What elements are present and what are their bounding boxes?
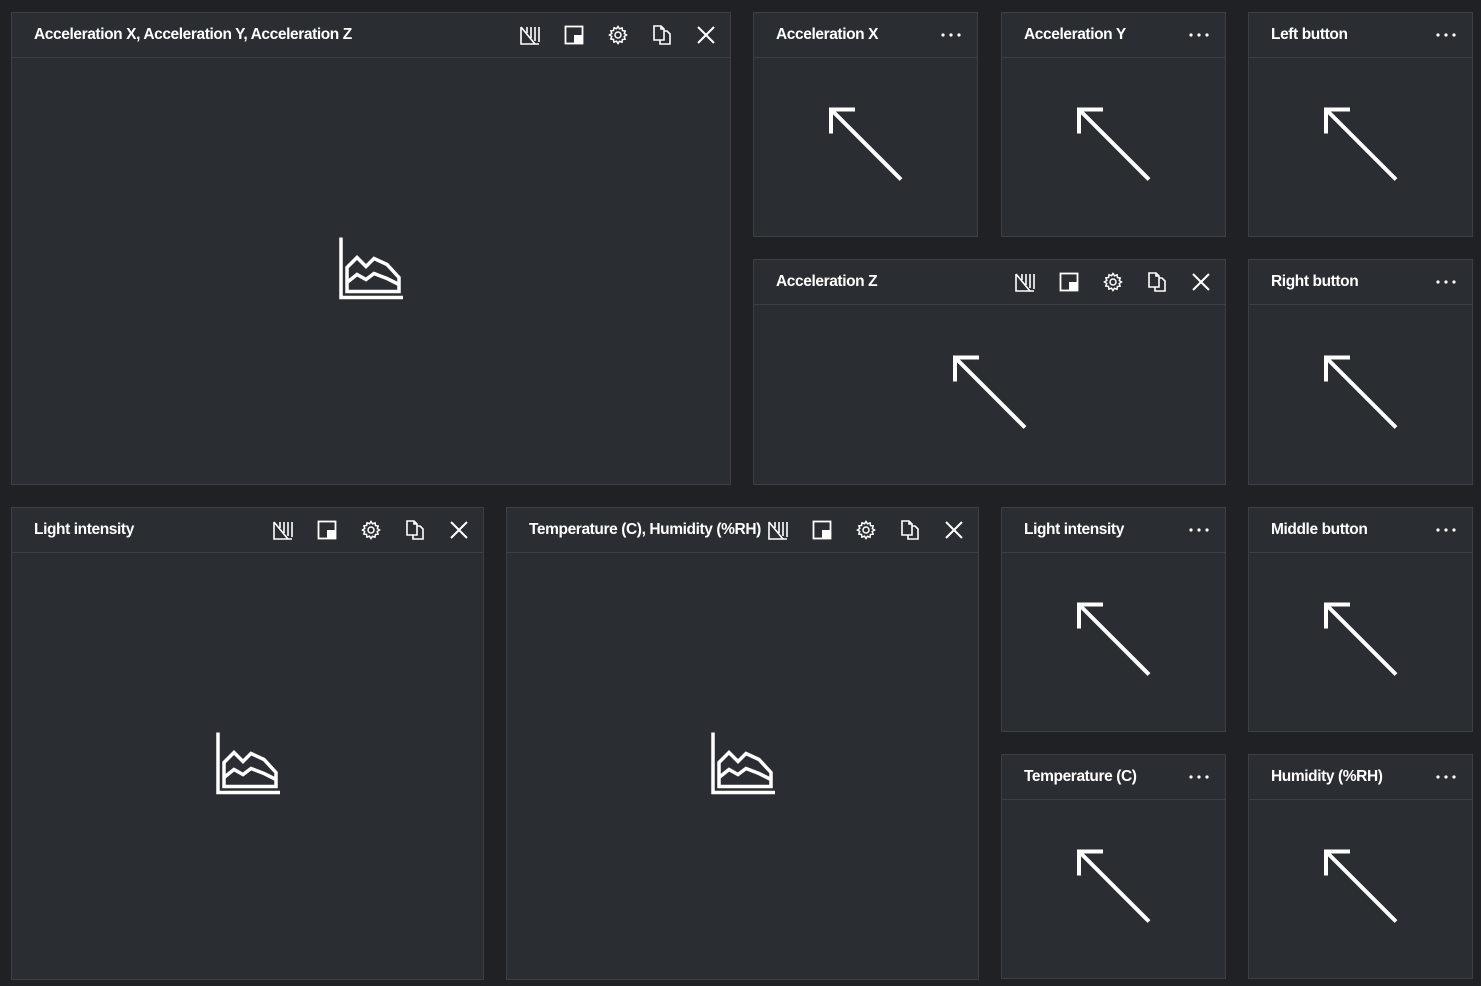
tile-body — [12, 553, 483, 979]
arrow-up-left-icon — [1076, 849, 1152, 930]
settings-gear-icon[interactable] — [1101, 270, 1125, 294]
tile-header: Acceleration Y — [1002, 13, 1225, 58]
tile-acceleration-x: Acceleration X — [753, 12, 978, 237]
tile-middle-button: Middle button — [1248, 507, 1473, 732]
tile-acceleration-z: Acceleration Z — [753, 259, 1226, 485]
tile-body — [1249, 553, 1472, 731]
tile-temperature: Temperature (C) — [1001, 754, 1226, 979]
tile-body — [1249, 305, 1472, 484]
pop-out-icon[interactable] — [562, 23, 586, 47]
arrow-up-left-icon — [1323, 849, 1399, 930]
tile-header: Light intensity — [12, 508, 483, 553]
tile-body — [1249, 58, 1472, 236]
tile-toolbar — [1013, 270, 1213, 294]
tile-title: Left button — [1271, 26, 1348, 43]
arrow-up-left-icon — [1323, 107, 1399, 188]
more-options-icon[interactable] — [1187, 767, 1211, 787]
pop-out-icon[interactable] — [315, 518, 339, 542]
copy-icon[interactable] — [898, 518, 922, 542]
arrow-up-left-icon — [1323, 602, 1399, 683]
tile-title: Acceleration X — [776, 26, 879, 43]
more-options-icon[interactable] — [1434, 520, 1458, 540]
arrow-up-left-icon — [1323, 354, 1399, 435]
tile-humidity: Humidity (%RH) — [1248, 754, 1473, 979]
tile-body — [754, 305, 1225, 484]
tile-title: Temperature (C), Humidity (%RH) — [529, 521, 761, 538]
tile-acceleration-y: Acceleration Y — [1001, 12, 1226, 237]
more-options-icon[interactable] — [939, 25, 963, 45]
arrow-up-left-icon — [952, 354, 1028, 435]
dashboard: Acceleration X, Acceleration Y, Accelera… — [0, 0, 1481, 986]
tile-title: Light intensity — [34, 521, 134, 538]
tile-title: Acceleration Y — [1024, 26, 1126, 43]
tile-toolbar — [271, 518, 471, 542]
tile-light-intensity-chart: Light intensity — [11, 507, 484, 980]
tile-title: Acceleration X, Acceleration Y, Accelera… — [34, 26, 352, 43]
diagnostics-icon[interactable] — [1013, 270, 1037, 294]
settings-gear-icon[interactable] — [359, 518, 383, 542]
tile-header: Middle button — [1249, 508, 1472, 553]
settings-gear-icon[interactable] — [854, 518, 878, 542]
tile-header: Temperature (C), Humidity (%RH) — [507, 508, 978, 553]
more-options-icon[interactable] — [1434, 272, 1458, 292]
tile-body — [507, 553, 978, 979]
tile-header: Right button — [1249, 260, 1472, 305]
tile-title: Temperature (C) — [1024, 768, 1137, 785]
settings-gear-icon[interactable] — [606, 23, 630, 47]
area-chart-icon — [338, 237, 404, 306]
copy-icon[interactable] — [403, 518, 427, 542]
tile-body — [1002, 553, 1225, 731]
more-options-icon[interactable] — [1434, 767, 1458, 787]
tile-left-button: Left button — [1248, 12, 1473, 237]
copy-icon[interactable] — [1145, 270, 1169, 294]
tile-toolbar — [518, 23, 718, 47]
tile-right-button: Right button — [1248, 259, 1473, 485]
tile-title: Middle button — [1271, 521, 1368, 538]
tile-body — [1249, 800, 1472, 978]
tile-header: Acceleration X — [754, 13, 977, 58]
tile-temperature-humidity-chart: Temperature (C), Humidity (%RH) — [506, 507, 979, 980]
arrow-up-left-icon — [1076, 107, 1152, 188]
tile-body — [1002, 58, 1225, 236]
tile-title: Right button — [1271, 273, 1359, 290]
more-options-icon[interactable] — [1434, 25, 1458, 45]
diagnostics-icon[interactable] — [518, 23, 542, 47]
more-options-icon[interactable] — [1187, 25, 1211, 45]
tile-body — [12, 58, 730, 484]
tile-toolbar — [766, 518, 966, 542]
tile-body — [754, 58, 977, 236]
tile-header: Acceleration Z — [754, 260, 1225, 305]
close-icon[interactable] — [1189, 270, 1213, 294]
arrow-up-left-icon — [1076, 602, 1152, 683]
tile-header: Humidity (%RH) — [1249, 755, 1472, 800]
area-chart-icon — [710, 732, 776, 801]
tile-title: Humidity (%RH) — [1271, 768, 1383, 785]
close-icon[interactable] — [694, 23, 718, 47]
tile-header: Temperature (C) — [1002, 755, 1225, 800]
tile-title: Light intensity — [1024, 521, 1124, 538]
tile-light-intensity: Light intensity — [1001, 507, 1226, 732]
copy-icon[interactable] — [650, 23, 674, 47]
area-chart-icon — [215, 732, 281, 801]
tile-header: Acceleration X, Acceleration Y, Accelera… — [12, 13, 730, 58]
diagnostics-icon[interactable] — [271, 518, 295, 542]
arrow-up-left-icon — [828, 107, 904, 188]
pop-out-icon[interactable] — [1057, 270, 1081, 294]
tile-acceleration-xyz-chart: Acceleration X, Acceleration Y, Accelera… — [11, 12, 731, 485]
pop-out-icon[interactable] — [810, 518, 834, 542]
close-icon[interactable] — [447, 518, 471, 542]
diagnostics-icon[interactable] — [766, 518, 790, 542]
tile-title: Acceleration Z — [776, 273, 878, 290]
tile-body — [1002, 800, 1225, 978]
tile-header: Light intensity — [1002, 508, 1225, 553]
tile-header: Left button — [1249, 13, 1472, 58]
more-options-icon[interactable] — [1187, 520, 1211, 540]
close-icon[interactable] — [942, 518, 966, 542]
